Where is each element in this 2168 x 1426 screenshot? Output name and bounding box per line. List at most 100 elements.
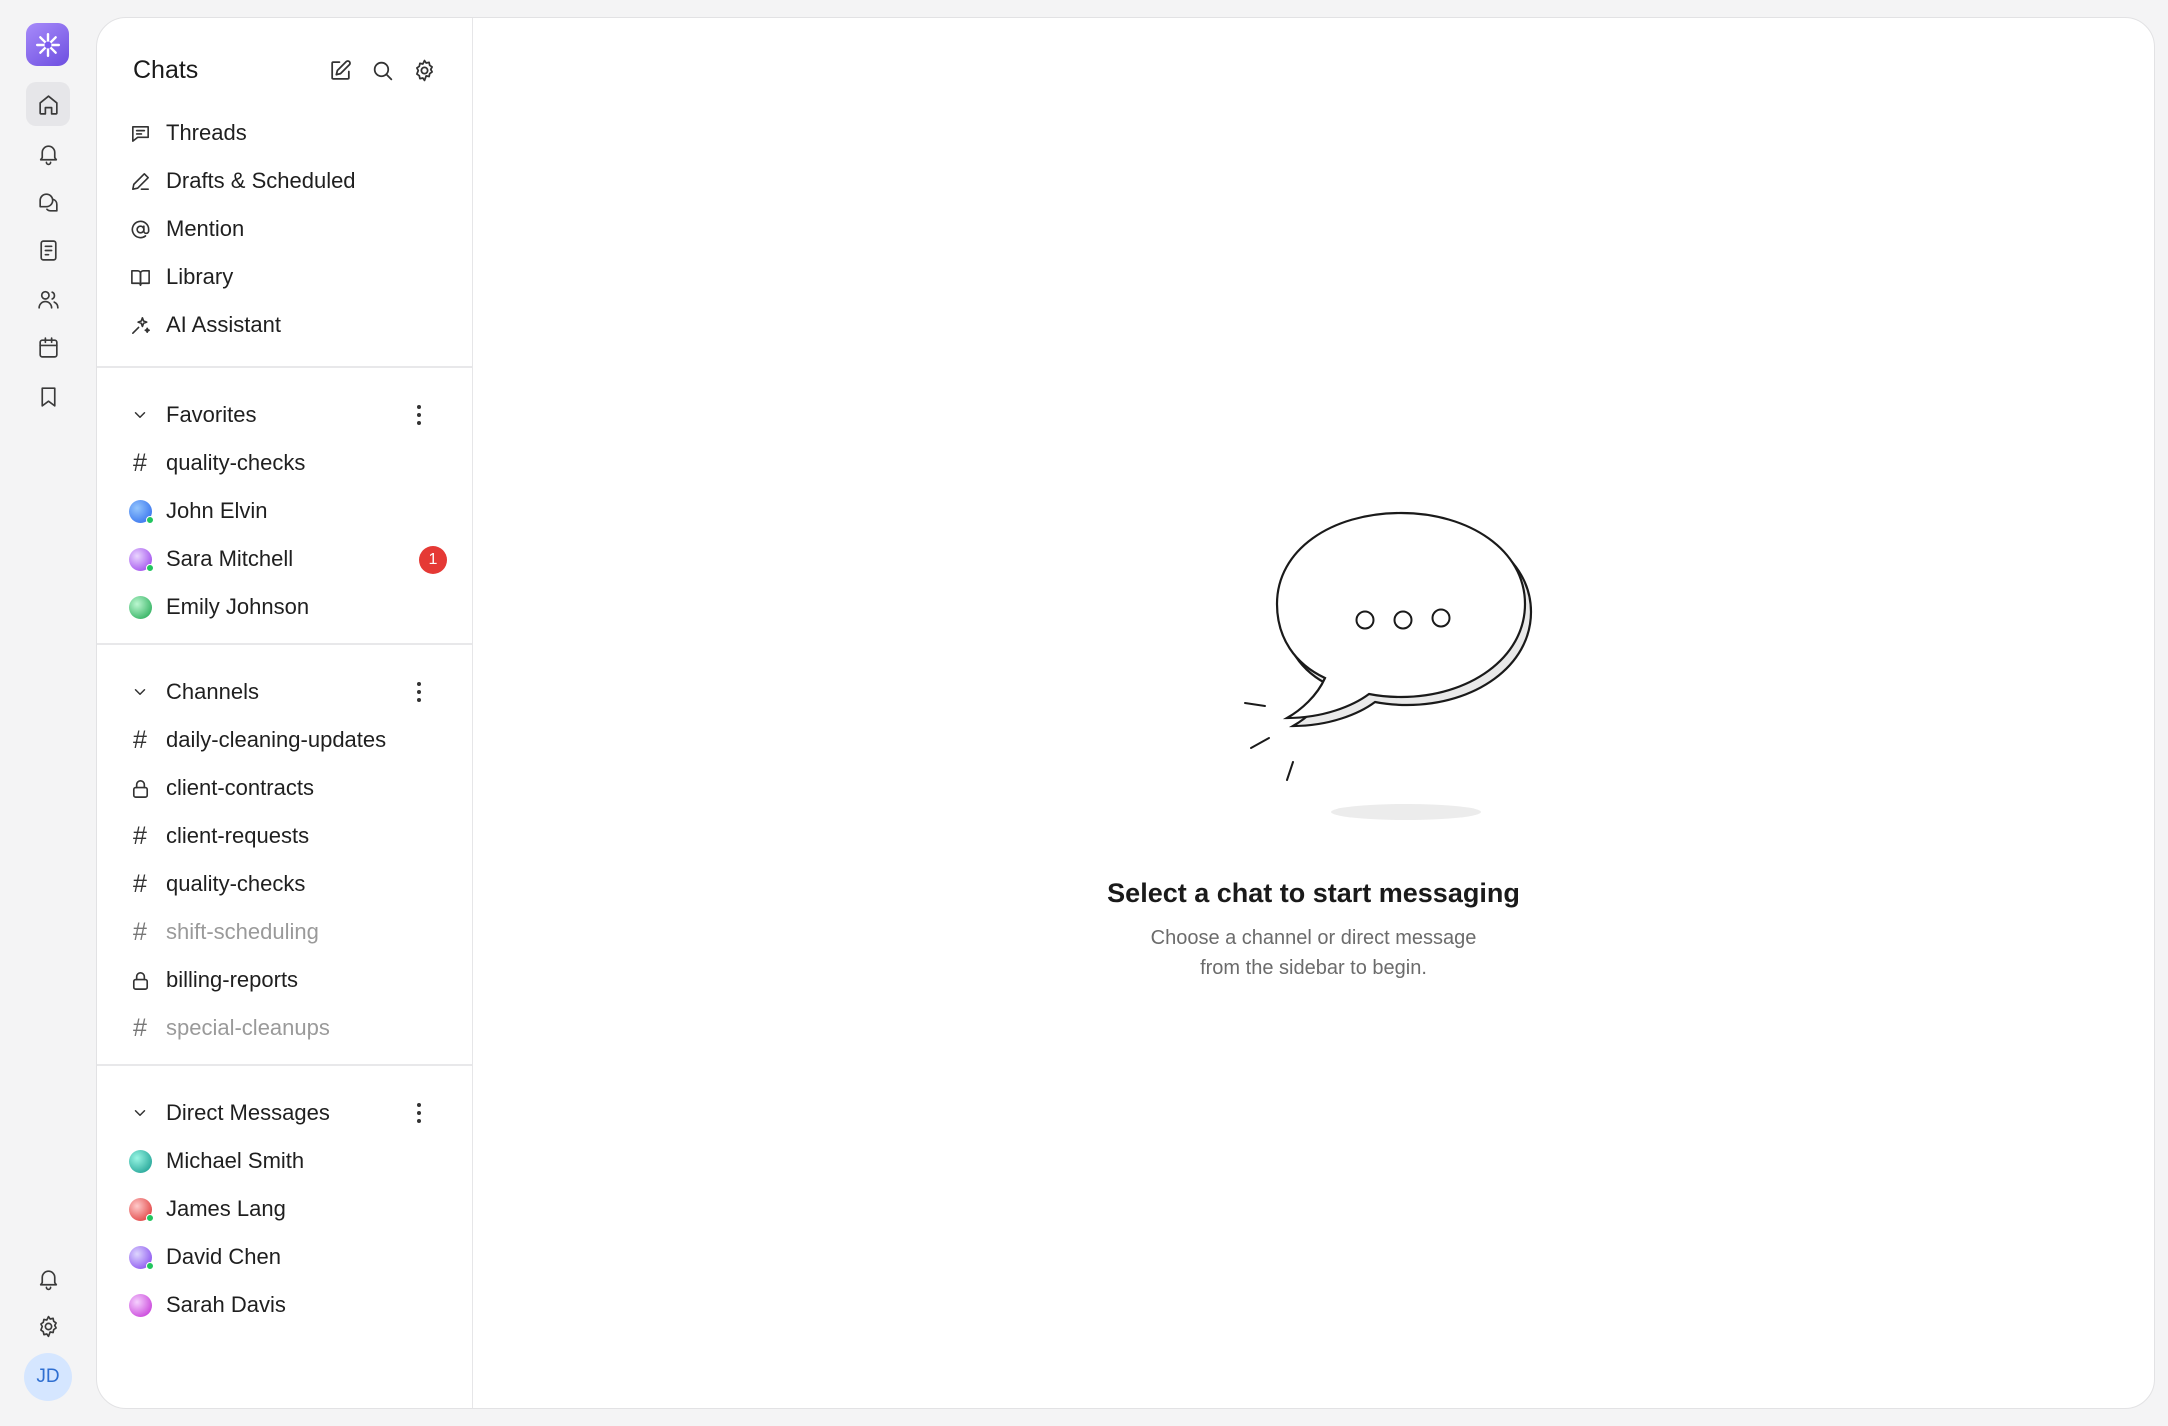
calendar-icon: [38, 336, 58, 358]
avatar: [128, 499, 154, 524]
dm-label: James Lang: [166, 1196, 286, 1221]
dm-label: David Chen: [166, 1244, 281, 1269]
avatar-container: [127, 1292, 153, 1318]
channels-more-button[interactable]: [407, 678, 431, 706]
dm-label: John Elvin: [166, 498, 268, 523]
channel-label: quality-checks: [166, 450, 306, 475]
divider: [97, 366, 472, 368]
dm-item[interactable]: Sarah Davis: [127, 1283, 447, 1327]
channel-item[interactable]: # quality-checks: [127, 862, 447, 906]
avatar-container: [127, 546, 154, 572]
section-title: Direct Messages: [166, 1100, 330, 1125]
lock-icon: [127, 967, 153, 993]
dm-label: Sara Mitchell: [166, 546, 294, 571]
chat-bubbles-icon: [38, 192, 58, 212]
divider: [97, 643, 472, 645]
empty-state-title: Select a chat to start messaging: [1107, 878, 1520, 908]
channel-item[interactable]: # shift-scheduling: [127, 910, 447, 954]
nav-label: Library: [166, 264, 234, 289]
section-title: Channels: [166, 679, 259, 704]
hash-icon: #: [133, 1013, 147, 1042]
channels-section-toggle[interactable]: Channels: [127, 670, 447, 714]
rail-notifications-button[interactable]: [26, 131, 70, 175]
message-square-icon: [127, 120, 153, 146]
favorite-item-sara-mitchell[interactable]: Sara Mitchell 1: [127, 537, 447, 581]
favorites-more-button[interactable]: [407, 401, 431, 429]
search-icon: [373, 61, 392, 80]
rail-bookmarks-button[interactable]: [26, 374, 70, 418]
channel-item[interactable]: # daily-cleaning-updates: [127, 718, 447, 762]
nav-ai-assistant[interactable]: AI Assistant: [127, 303, 447, 347]
book-open-icon: [127, 264, 153, 290]
empty-chat-pane: Select a chat to start messaging Choose …: [473, 18, 2154, 1408]
sidebar-header: Chats: [97, 18, 472, 98]
avatar: [128, 1293, 152, 1317]
rail-settings-button[interactable]: [26, 1304, 70, 1348]
channel-label: daily-cleaning-updates: [166, 727, 387, 752]
rail-people-button[interactable]: [26, 277, 70, 321]
chevron-down-icon: [127, 1100, 153, 1126]
search-button[interactable]: [367, 55, 397, 85]
channel-label: special-cleanups: [166, 1015, 330, 1040]
nav-label: Threads: [166, 120, 247, 145]
dm-section-toggle[interactable]: Direct Messages: [127, 1091, 447, 1135]
channel-label: client-contracts: [166, 775, 314, 800]
pen-icon: [127, 168, 153, 194]
dm-label: Michael Smith: [166, 1148, 305, 1173]
rail-docs-button[interactable]: [26, 228, 70, 272]
compose-icon: [330, 59, 351, 80]
sparkle-logo-icon: [35, 32, 60, 57]
main-window: Chats Threads Drafts & Scheduled Mention: [96, 17, 2155, 1409]
channel-item[interactable]: billing-reports: [127, 958, 447, 1002]
avatar-container: [127, 1148, 153, 1174]
sparkles-icon: [127, 312, 153, 338]
dm-item[interactable]: James Lang: [127, 1187, 447, 1231]
favorite-item-emily-johnson[interactable]: Emily Johnson: [127, 585, 447, 629]
at-sign-icon: [127, 216, 153, 242]
nav-label: AI Assistant: [166, 312, 281, 337]
channel-item[interactable]: # special-cleanups: [127, 1006, 447, 1050]
online-indicator: [145, 515, 154, 524]
user-avatar[interactable]: JD: [24, 1353, 72, 1401]
hash-icon: #: [133, 448, 147, 477]
chevron-down-icon: [127, 679, 153, 705]
dm-item[interactable]: David Chen: [127, 1235, 447, 1279]
rail-chats-button[interactable]: [26, 180, 70, 224]
app-logo[interactable]: [26, 23, 69, 66]
channel-item[interactable]: client-contracts: [127, 766, 447, 810]
rail-calendar-button[interactable]: [26, 325, 70, 369]
sidebar-settings-button[interactable]: [409, 55, 439, 85]
online-indicator: [145, 563, 154, 572]
channel-item[interactable]: # client-requests: [127, 814, 447, 858]
hash-icon: #: [133, 917, 147, 946]
dm-label: Emily Johnson: [166, 594, 310, 619]
dm-more-button[interactable]: [407, 1099, 431, 1127]
gear-icon: [415, 59, 433, 81]
nav-library[interactable]: Library: [127, 255, 447, 299]
hash-icon: #: [133, 821, 147, 850]
rail-bottom-notifications-button[interactable]: [26, 1256, 70, 1300]
favorite-item-john-elvin[interactable]: John Elvin: [127, 489, 447, 533]
avatar: [128, 1149, 152, 1173]
empty-state-subtitle-line1: Choose a channel or direct message: [1150, 927, 1477, 949]
favorite-item-quality-checks[interactable]: # quality-checks: [127, 441, 447, 485]
online-indicator: [145, 1261, 154, 1270]
rail-home-button[interactable]: [26, 82, 70, 126]
lock-icon: [127, 775, 153, 801]
nav-mention[interactable]: Mention: [127, 207, 447, 251]
avatar-container: [127, 498, 154, 524]
section-title: Favorites: [166, 402, 257, 427]
nav-label: Drafts & Scheduled: [166, 168, 356, 193]
chevron-down-icon: [127, 402, 153, 428]
dm-item[interactable]: Michael Smith: [127, 1139, 447, 1183]
dm-label: Sarah Davis: [166, 1292, 286, 1317]
nav-drafts-scheduled[interactable]: Drafts & Scheduled: [127, 159, 447, 203]
home-icon: [38, 94, 58, 115]
gear-icon: [39, 1315, 57, 1337]
avatar-container: [127, 1196, 154, 1222]
nav-threads[interactable]: Threads: [127, 111, 447, 155]
new-message-button[interactable]: [325, 55, 355, 85]
document-icon: [39, 239, 57, 261]
favorites-section-toggle[interactable]: Favorites: [127, 393, 447, 437]
hash-icon: #: [133, 869, 147, 898]
